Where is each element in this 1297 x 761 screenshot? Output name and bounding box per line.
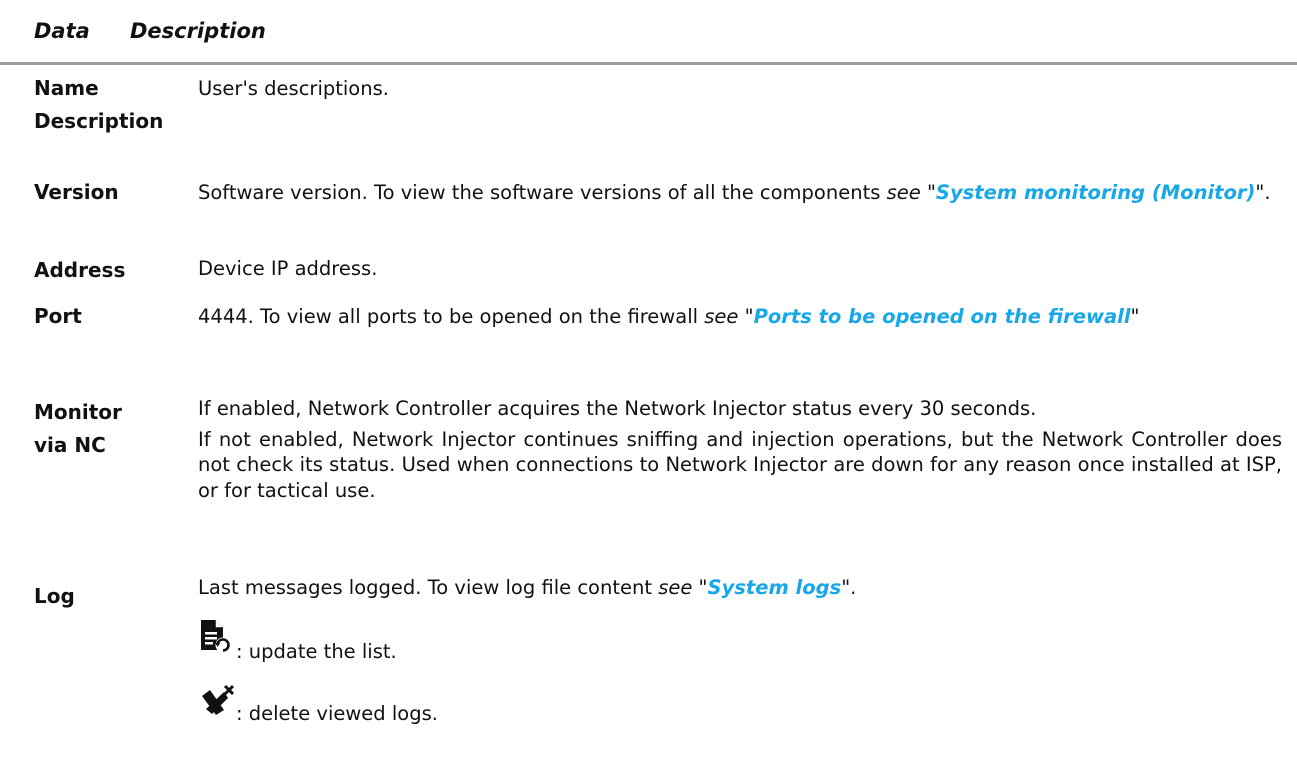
term-monitor-via-nc: Monitor via NC — [34, 400, 122, 457]
action-update-list: : update the list. — [198, 609, 1282, 667]
description-paragraph: If not enabled, Network Injector continu… — [198, 427, 1282, 502]
action-label: : update the list. — [236, 640, 397, 663]
term-address: Address — [34, 258, 126, 282]
link-system-monitoring[interactable]: System monitoring (Monitor) — [936, 181, 1255, 204]
description-text: 4444. To view all ports to be opened on … — [198, 305, 699, 328]
column-header-data: Data — [34, 19, 90, 43]
column-header-description: Description — [130, 19, 266, 43]
term-name-description: Name Description — [34, 76, 164, 133]
description-paragraph: If enabled, Network Controller acquires … — [198, 397, 1037, 420]
link-tail: ". — [841, 576, 857, 599]
see-text: see — [658, 576, 693, 599]
term-port: Port — [34, 304, 82, 328]
table-header: Data Description — [0, 0, 1297, 65]
description-port: 4444. To view all ports to be opened on … — [198, 305, 1140, 328]
link-tail: " — [1130, 305, 1140, 328]
description-monitor-via-nc: If enabled, Network Controller acquires … — [198, 396, 1282, 503]
action-label: : delete viewed logs. — [236, 702, 438, 725]
see-text: see — [886, 181, 921, 204]
description-text: Software version. To view the software v… — [198, 181, 881, 204]
term-log: Log — [34, 584, 75, 608]
description-log: Last messages logged. To view log file c… — [198, 575, 1282, 729]
description-address: Device IP address. — [198, 257, 378, 280]
link-tail: ". — [1255, 181, 1271, 204]
document-page: Data Description Name Description User's… — [0, 0, 1297, 725]
delete-logs-icon[interactable] — [198, 684, 235, 723]
description-version: Software version. To view the software v… — [198, 181, 1271, 204]
description-name-description: User's descriptions. — [198, 77, 389, 100]
action-delete-logs: : delete viewed logs. — [198, 671, 1282, 729]
description-text: Last messages logged. To view log file c… — [198, 576, 652, 599]
see-text: see — [704, 305, 739, 328]
refresh-log-icon[interactable] — [198, 618, 232, 661]
term-version: Version — [34, 180, 119, 204]
link-ports-to-be-opened[interactable]: Ports to be opened on the firewall — [754, 305, 1131, 328]
link-system-logs[interactable]: System logs — [708, 576, 842, 599]
